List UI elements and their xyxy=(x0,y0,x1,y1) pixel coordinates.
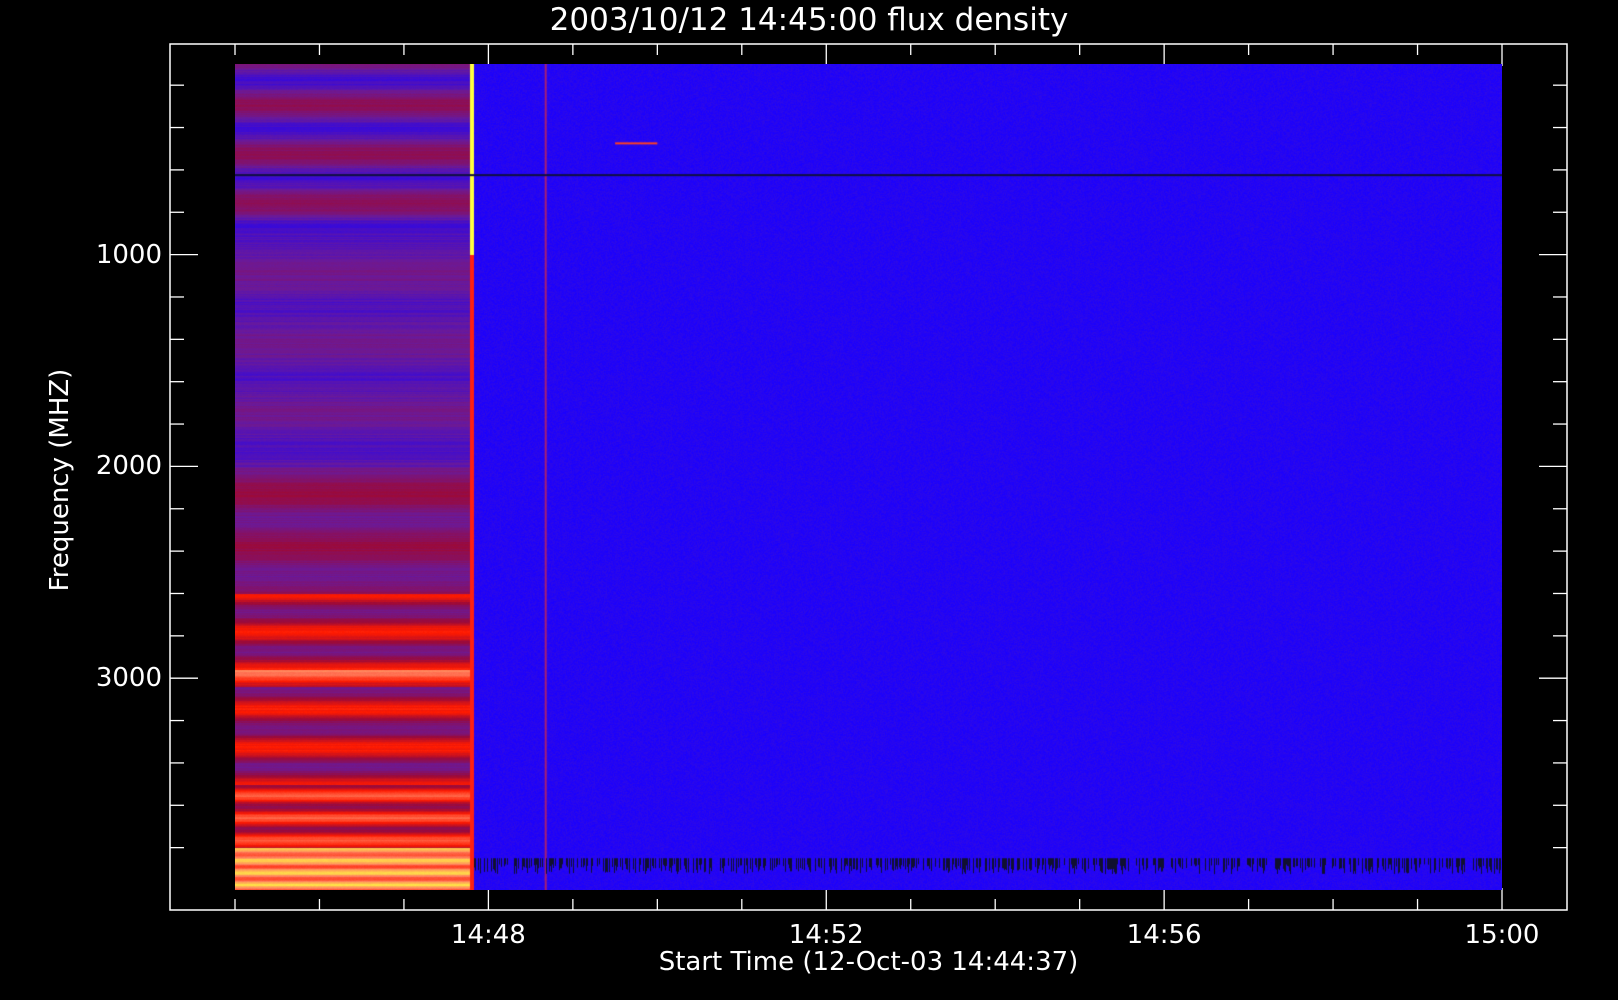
y-tick-label: 3000 xyxy=(95,663,162,694)
x-tick-label: 15:00 xyxy=(1464,920,1540,950)
y-axis-label: Frequency (MHZ) xyxy=(45,368,75,592)
x-tick-label: 14:48 xyxy=(450,920,526,950)
y-tick-label: 1000 xyxy=(95,239,162,270)
spectrogram-image xyxy=(235,64,1502,890)
x-tick-label: 14:52 xyxy=(788,920,864,950)
chart-title: 2003/10/12 14:45:00 flux density xyxy=(549,2,1069,38)
x-axis-label: Start Time (12-Oct-03 14:44:37) xyxy=(658,947,1079,977)
x-tick-label: 14:56 xyxy=(1126,920,1202,950)
y-tick-label: 2000 xyxy=(95,451,162,482)
